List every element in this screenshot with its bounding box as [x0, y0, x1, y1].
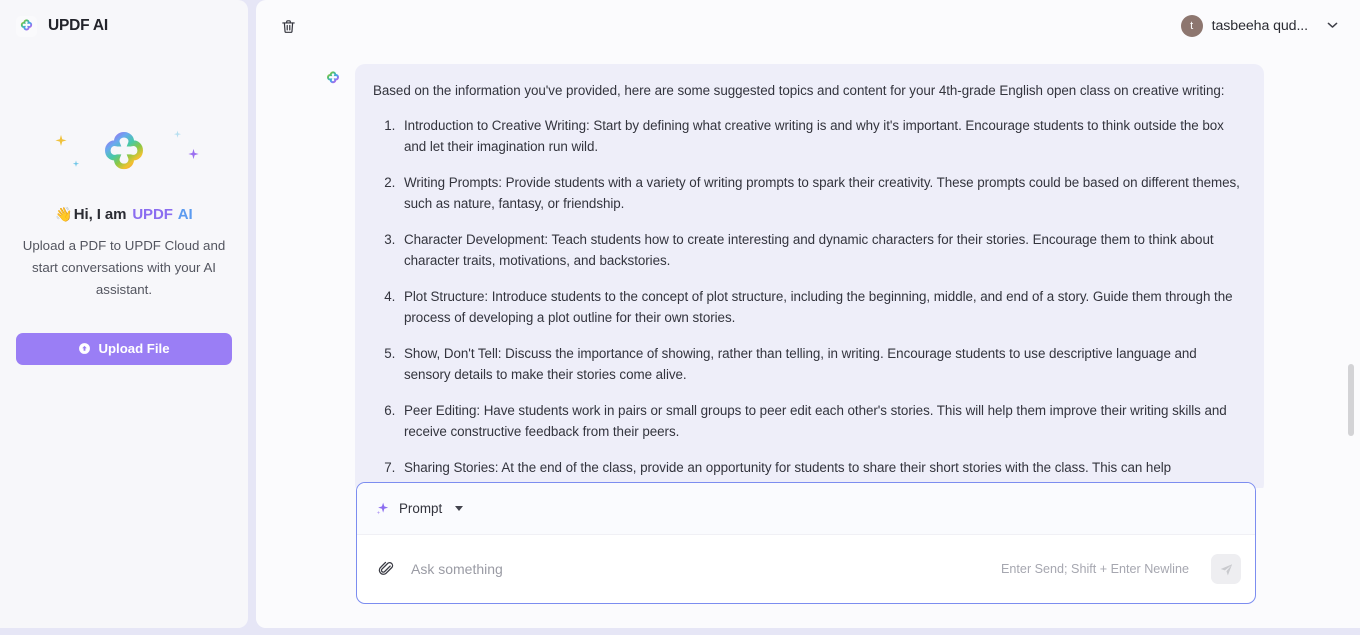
user-menu[interactable]: t tasbeeha qud...	[1180, 15, 1338, 37]
prompt-selector-label: Prompt	[399, 501, 443, 516]
paperclip-icon	[378, 561, 394, 575]
prompt-selector-button[interactable]: Prompt	[375, 501, 464, 516]
greeting-line: 👋 Hi, I am UPDF AI	[55, 206, 192, 223]
list-item: Character Development: Teach students ho…	[399, 229, 1242, 271]
sparkle-decor-icon	[188, 148, 199, 159]
delete-conversation-button[interactable]	[274, 12, 302, 40]
composer-zone: Prompt Enter Send; Shift + Enter Newline	[256, 482, 1360, 628]
main-header: t tasbeeha qud...	[256, 0, 1360, 52]
sparkle-decor-icon	[72, 160, 80, 167]
greeting-brand-updf: UPDF	[132, 205, 173, 223]
list-item: Plot Structure: Introduce students to th…	[399, 286, 1242, 328]
ask-input[interactable]	[409, 557, 990, 581]
sidebar-empty-state: 👋 Hi, I am UPDF AI Upload a PDF to UPDF …	[0, 24, 248, 628]
user-name: tasbeeha qud...	[1211, 18, 1308, 34]
assistant-avatar-icon	[322, 68, 344, 90]
app-root: UPDF AI 👋 Hi, I am UPDF AI Upload a PDF …	[0, 0, 1360, 635]
chat-scrollbar-thumb[interactable]	[1348, 364, 1354, 436]
list-item: Peer Editing: Have students work in pair…	[399, 400, 1242, 442]
upload-file-button[interactable]: Upload File	[16, 332, 232, 365]
main-panel: t tasbeeha qud... Based on the informati…	[256, 0, 1360, 628]
suggestion-list: Introduction to Creative Writing: Start …	[373, 115, 1242, 478]
assistant-message-bubble: Based on the information you've provided…	[355, 64, 1264, 488]
chat-scrollbar[interactable]	[1348, 52, 1354, 488]
sidebar: UPDF AI 👋 Hi, I am UPDF AI Upload a PDF …	[0, 0, 248, 628]
assistant-message: Based on the information you've provided…	[256, 64, 1360, 488]
send-hint: Enter Send; Shift + Enter Newline	[1001, 562, 1189, 576]
sparkle-icon	[376, 502, 389, 515]
avatar: t	[1180, 15, 1203, 37]
trash-icon	[281, 19, 295, 33]
list-item: Writing Prompts: Provide students with a…	[399, 172, 1242, 214]
caret-down-icon	[455, 506, 464, 511]
upload-circle-icon	[79, 343, 91, 354]
attach-file-button[interactable]	[375, 558, 397, 580]
sidebar-description: Upload a PDF to UPDF Cloud and start con…	[22, 237, 226, 297]
sparkle-decor-icon	[173, 130, 182, 138]
updf-clover-logo-large-icon	[44, 120, 204, 192]
list-item: Sharing Stories: At the end of the class…	[399, 457, 1242, 478]
send-plane-icon	[1220, 563, 1232, 575]
composer-input-row: Enter Send; Shift + Enter Newline	[357, 535, 1255, 603]
chevron-down-icon	[1327, 21, 1338, 32]
message-intro: Based on the information you've provided…	[373, 83, 1225, 98]
greeting-brand-ai: AI	[177, 205, 193, 223]
sparkle-decor-icon	[55, 134, 67, 146]
list-item: Introduction to Creative Writing: Start …	[399, 115, 1242, 157]
upload-file-label: Upload File	[98, 341, 170, 356]
chat-scroll-area[interactable]: Based on the information you've provided…	[256, 52, 1360, 488]
composer-toolbar: Prompt	[357, 483, 1255, 535]
composer: Prompt Enter Send; Shift + Enter Newline	[356, 482, 1256, 604]
greeting-prefix: Hi, I am	[73, 205, 127, 223]
list-item: Show, Don't Tell: Discuss the importance…	[399, 343, 1242, 385]
wave-icon: 👋	[55, 205, 73, 222]
send-button[interactable]	[1211, 554, 1241, 584]
